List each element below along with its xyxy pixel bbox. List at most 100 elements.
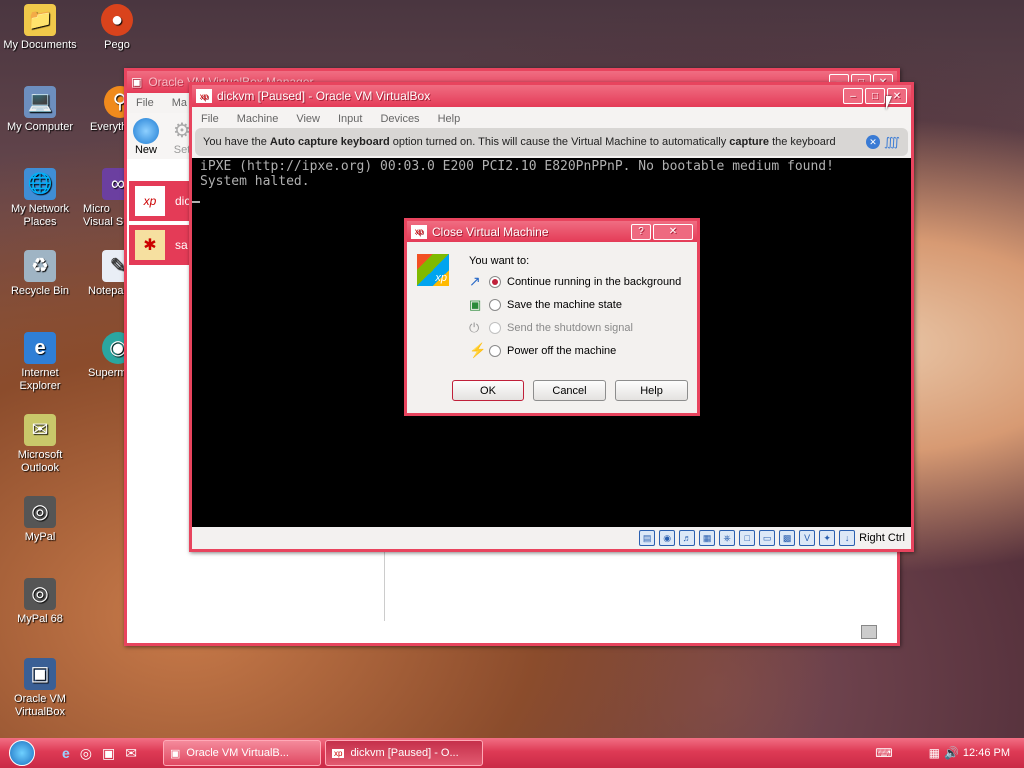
xp-vm-icon: xp [417, 254, 449, 286]
help-icon[interactable]: ? [631, 223, 651, 240]
desktop-icon-outlook[interactable]: ✉ Microsoft Outlook [0, 414, 80, 475]
desktop-icon-my-documents[interactable]: 📁 My Documents [0, 4, 80, 52]
mypal68-icon: ◎ [24, 578, 56, 610]
console-cursor [192, 201, 200, 203]
menu-view[interactable]: View [287, 113, 329, 125]
virtualbox-icon: ▣ [169, 747, 181, 760]
close-vm-dialog: xp Close Virtual Machine ? ✕ xp You want… [404, 218, 700, 416]
host-key-label: Right Ctrl [859, 532, 905, 544]
desktop-icon-internet-explorer[interactable]: e Internet Explorer [0, 332, 80, 393]
save-state-icon: ▣ [469, 296, 482, 312]
radio-shutdown-signal [489, 321, 501, 334]
virtualbox-icon: ▣ [131, 75, 143, 89]
usb-icon[interactable]: ⎈ [719, 530, 736, 546]
video-capture-icon[interactable]: ▩ [779, 530, 796, 546]
desktop-icon-pego[interactable]: ● Pego [77, 4, 157, 52]
continue-icon: ↗ [469, 273, 481, 289]
menu-input[interactable]: Input [329, 113, 371, 125]
menu-devices[interactable]: Devices [371, 113, 428, 125]
pego-icon: ● [101, 4, 133, 36]
taskbar: e ◎ ▣ ✉ ▣ Oracle VM VirtualB... xp dickv… [0, 738, 1024, 768]
quick-launch: e ◎ ▣ ✉ [62, 745, 137, 762]
taskbar-item-virtualbox-manager[interactable]: ▣ Oracle VM VirtualB... [162, 740, 321, 766]
outlook-icon[interactable]: ✉ [125, 745, 137, 762]
mouse-integration-icon[interactable]: ✦ [819, 530, 836, 546]
mypal-icon[interactable]: ◎ [80, 745, 92, 762]
help-button[interactable]: Help [615, 380, 688, 401]
dialog-buttons: OK Cancel Help [452, 380, 697, 401]
internet-explorer-icon[interactable]: e [62, 745, 70, 761]
power-off-icon: ⚡ [469, 342, 487, 358]
auto-capture-infobar: You have the Auto capture keyboard optio… [195, 128, 908, 156]
optical-drive-icon[interactable]: ◉ [659, 530, 676, 546]
vm-title: dickvm [Paused] - Oracle VM VirtualBox [217, 89, 431, 103]
host-key-icon[interactable]: ↓ [839, 530, 856, 546]
dialog-body: xp You want to: ↗ Continue running in th… [407, 242, 697, 401]
taskbar-item-dickvm[interactable]: xp dickvm [Paused] - O... [324, 740, 483, 766]
dont-show-again-icon[interactable]: ⨌ [884, 135, 900, 149]
saved-vm-icon: ✱ [135, 230, 165, 260]
close-button[interactable]: ✕ [653, 223, 693, 240]
virtualization-icon[interactable]: V [799, 530, 816, 546]
menu-file[interactable]: File [127, 97, 163, 109]
maximize-button[interactable]: □ [865, 88, 885, 104]
network-icon[interactable]: ▦ [699, 530, 716, 546]
audio-icon[interactable]: ♬ [679, 530, 696, 546]
mypal-icon: ◎ [24, 496, 56, 528]
xp-vm-icon: xp [331, 748, 345, 758]
radio-continue-running[interactable] [489, 275, 501, 288]
internet-explorer-icon: e [24, 332, 56, 364]
clock[interactable]: 12:46 PM [963, 747, 1010, 759]
vm-statusbar: ▤ ◉ ♬ ▦ ⎈ □ ▭ ▩ V ✦ ↓ Right Ctrl [192, 527, 911, 549]
radio-save-state[interactable] [489, 298, 501, 311]
xp-vm-icon: xp [411, 224, 427, 239]
windows-logo-icon [9, 740, 35, 766]
new-icon [133, 118, 159, 144]
dialog-prompt: You want to: [469, 255, 530, 267]
option-power-off[interactable]: ⚡ Power off the machine [469, 339, 697, 362]
desktop-icon-recycle-bin[interactable]: ♻ Recycle Bin [0, 250, 80, 298]
folder-icon: 📁 [24, 4, 56, 36]
close-infobar-icon[interactable]: ✕ [866, 135, 880, 149]
radio-power-off[interactable] [489, 344, 501, 357]
desktop-icon-my-computer[interactable]: 💻 My Computer [0, 86, 80, 134]
outlook-icon: ✉ [24, 414, 56, 446]
network-icon: 🌐 [24, 168, 56, 200]
network-tray-icon[interactable]: ▦ [929, 746, 940, 760]
menu-machine[interactable]: Machine [228, 113, 288, 125]
virtualbox-icon[interactable]: ▣ [102, 745, 115, 762]
menu-help[interactable]: Help [429, 113, 470, 125]
option-save-state[interactable]: ▣ Save the machine state [469, 293, 697, 316]
dialog-titlebar[interactable]: xp Close Virtual Machine ? ✕ [407, 221, 697, 242]
display-icon[interactable]: ▭ [759, 530, 776, 546]
shared-folders-icon[interactable]: □ [739, 530, 756, 546]
mouse-cursor-icon [886, 96, 892, 110]
desktop-icon-network[interactable]: 🌐 My Network Places [0, 168, 80, 229]
xp-vm-icon: xp [135, 186, 165, 216]
keyboard-icon[interactable]: ⌨ [875, 746, 892, 760]
dialog-title: Close Virtual Machine [432, 224, 549, 239]
new-button[interactable]: New [133, 118, 159, 156]
menu-file[interactable]: File [192, 113, 228, 125]
ok-button[interactable]: OK [452, 380, 524, 401]
desktop-icon-virtualbox[interactable]: ▣ Oracle VM VirtualBox [0, 658, 80, 719]
console-line: iPXE (http://ipxe.org) 00:03.0 E200 PCI2… [200, 159, 834, 174]
option-shutdown-signal: ⏻ Send the shutdown signal [469, 319, 633, 335]
option-continue-running[interactable]: ↗ Continue running in the background [469, 270, 697, 293]
start-button[interactable] [0, 738, 44, 768]
desktop-icon-mypal68[interactable]: ◎ MyPal 68 [0, 578, 80, 626]
cancel-button[interactable]: Cancel [533, 380, 606, 401]
speaker-icon[interactable]: 🔊 [944, 746, 959, 760]
console-line: System halted. [200, 174, 310, 189]
vm-titlebar[interactable]: xp dickvm [Paused] - Oracle VM VirtualBo… [192, 85, 911, 107]
recycle-bin-icon: ♻ [24, 250, 56, 282]
desktop-icon-mypal[interactable]: ◎ MyPal [0, 496, 80, 544]
shutdown-icon: ⏻ [469, 319, 480, 335]
manager-status-icon [861, 625, 877, 639]
virtualbox-icon: ▣ [24, 658, 56, 690]
minimize-button[interactable]: – [843, 88, 863, 104]
hard-disk-icon[interactable]: ▤ [639, 530, 656, 546]
xp-vm-icon: xp [196, 89, 212, 103]
infobar-message: You have the Auto capture keyboard optio… [203, 136, 836, 148]
computer-icon: 💻 [24, 86, 56, 118]
